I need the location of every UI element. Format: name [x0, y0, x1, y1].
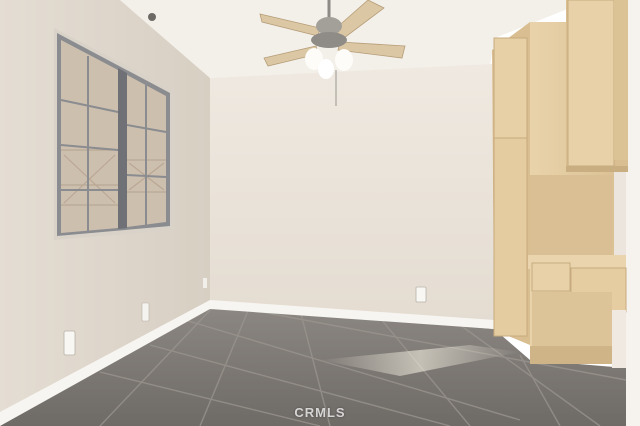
room-illustration	[0, 0, 640, 426]
room-photo: CRMLS	[0, 0, 640, 426]
window-pane-left	[61, 40, 118, 233]
upper-cabinet	[566, 0, 628, 172]
electrical-outlet-icon	[415, 286, 427, 303]
desk-drawer[interactable]	[531, 262, 571, 292]
cabinet-door-upper[interactable]	[493, 37, 528, 147]
watermark: CRMLS	[294, 405, 346, 420]
cabinet-door-lower[interactable]	[493, 137, 528, 337]
cabinet-door-top[interactable]	[567, 0, 615, 167]
electrical-outlet-icon	[63, 330, 76, 356]
back-wall	[210, 64, 494, 328]
